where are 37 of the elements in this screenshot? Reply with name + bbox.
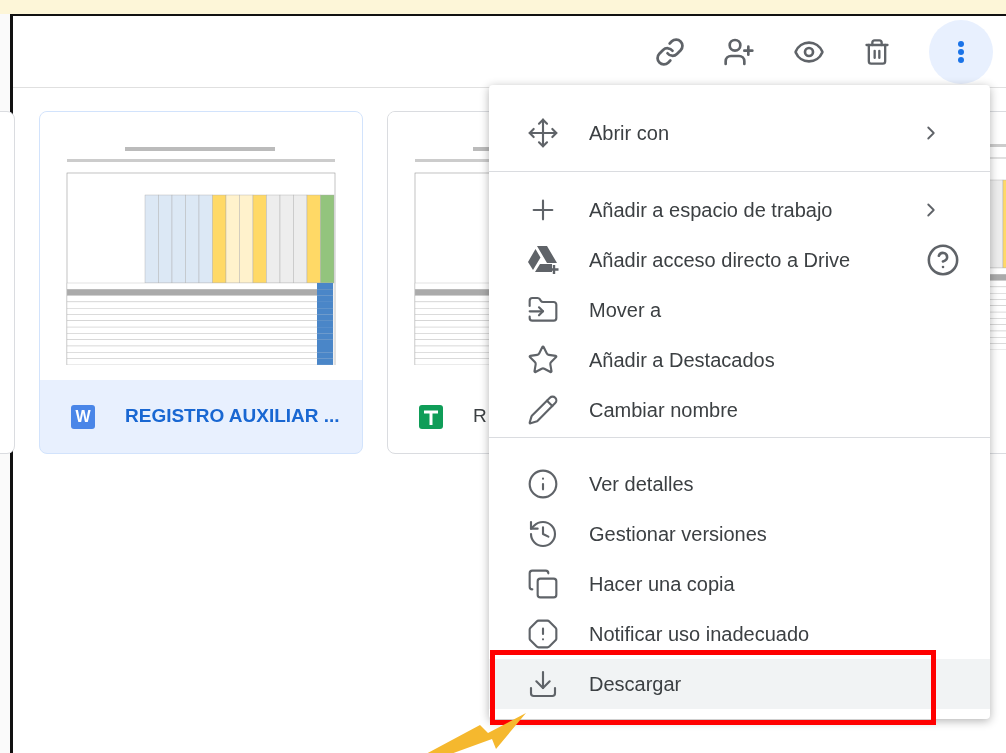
menu-item-label: Cambiar nombre (589, 398, 739, 423)
info-icon (527, 468, 559, 500)
menu-item-label: Añadir a espacio de trabajo (589, 198, 834, 223)
sheets-file-icon (419, 404, 443, 429)
file-card[interactable]: W REGISTRO AUXILIAR ... (39, 111, 363, 454)
file-name: REGISTRO AUXILIAR ... (125, 404, 340, 429)
file-name: R (473, 404, 487, 429)
copy-icon (527, 568, 559, 600)
menu-item-label: Hacer una copia (589, 572, 736, 597)
menu-item-label: Descargar (589, 672, 683, 697)
menu-item-label: Añadir acceso directo a Drive (589, 248, 852, 273)
menu-item-label: Ver detalles (589, 472, 695, 497)
menu-item-label: Mover a (589, 298, 663, 323)
pencil-icon (527, 394, 559, 426)
menu-item[interactable]: Descargar (489, 659, 990, 709)
link-icon[interactable] (655, 36, 685, 67)
star-icon (527, 344, 559, 376)
menu-item[interactable]: Cambiar nombre (489, 385, 990, 435)
menu-item-label: Gestionar versiones (589, 522, 768, 547)
menu-item[interactable]: Notificar uso inadecuado (489, 609, 990, 659)
more-vertical-icon (957, 39, 965, 64)
menu-item[interactable]: Añadir a espacio de trabajo (489, 185, 990, 235)
history-icon (527, 518, 559, 550)
menu-item[interactable]: Gestionar versiones (489, 509, 990, 559)
menu-item-label: Abrir con (589, 121, 671, 146)
drive-add-icon (527, 245, 561, 275)
help-icon[interactable] (926, 243, 960, 277)
word-file-icon: W (71, 404, 95, 429)
menu-item-label: Notificar uso inadecuado (589, 622, 811, 647)
menu-item[interactable]: Ver detalles (489, 459, 990, 509)
trash-icon[interactable] (863, 37, 891, 66)
menu-item[interactable]: Hacer una copia (489, 559, 990, 609)
alert-icon (527, 618, 559, 650)
menu-item[interactable]: Abrir con (489, 108, 990, 158)
download-icon (527, 668, 559, 700)
move-arrows-icon (527, 117, 559, 149)
menu-item-label: Añadir a Destacados (589, 348, 776, 373)
